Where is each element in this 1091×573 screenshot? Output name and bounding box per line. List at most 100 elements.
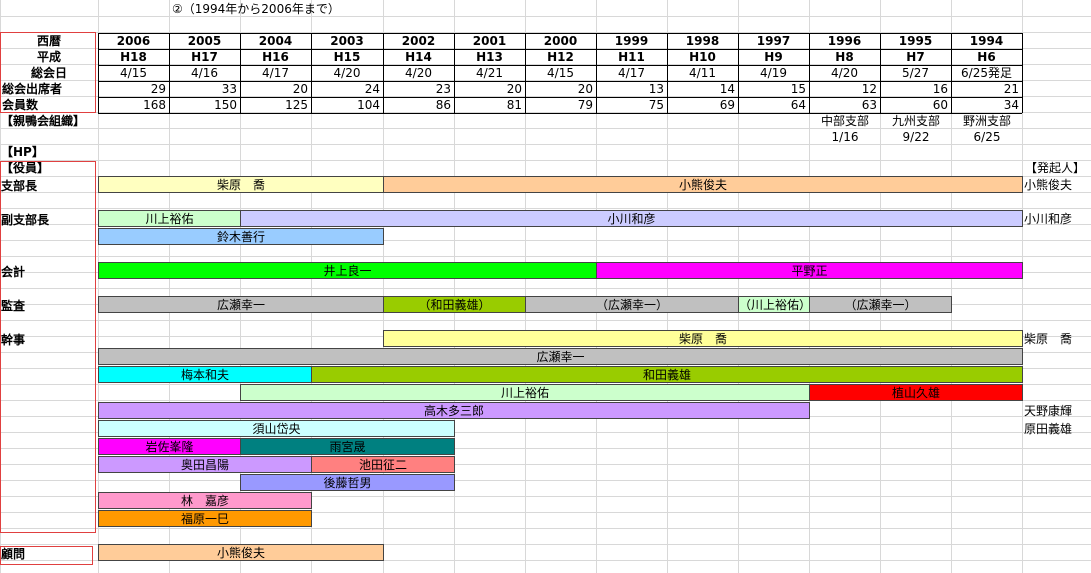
timeline-bar: 福原一巳 bbox=[98, 510, 312, 527]
timeline-bar: 川上裕佑 bbox=[240, 384, 810, 401]
header-cell-attendees: 33 bbox=[221, 82, 237, 96]
section-org: 【親鴨会組織】 bbox=[1, 114, 86, 128]
header-cell-dates: 4/16 bbox=[191, 66, 218, 80]
header-cell-attendees: 16 bbox=[932, 82, 948, 96]
header-hline bbox=[98, 81, 1022, 82]
header-hline bbox=[98, 33, 1022, 34]
timeline-bar: （川上裕佑） bbox=[738, 296, 810, 313]
grid-row-line bbox=[0, 320, 1091, 321]
timeline-bar: 川上裕佑 bbox=[98, 210, 241, 227]
header-cell-attendees: 23 bbox=[435, 82, 451, 96]
officers-label-frame bbox=[0, 161, 96, 533]
grid-row-line bbox=[0, 16, 1091, 17]
header-cell-dates: 4/11 bbox=[689, 66, 716, 80]
header-cell-heisei: H15 bbox=[333, 50, 361, 64]
section-hp: 【HP】 bbox=[1, 145, 44, 159]
timeline-bar: 池田征二 bbox=[311, 456, 455, 473]
header-cell-attendees: 24 bbox=[364, 82, 380, 96]
header-vline bbox=[525, 33, 526, 113]
header-vline bbox=[738, 33, 739, 113]
header-cell-years: 2006 bbox=[116, 34, 151, 48]
timeline-bar: 須山岱央 bbox=[98, 420, 455, 437]
header-vline bbox=[311, 33, 312, 113]
timeline-bar: 小熊俊夫 bbox=[98, 544, 384, 561]
timeline-bar: 林 嘉彦 bbox=[98, 492, 312, 509]
header-cell-years: 2002 bbox=[401, 34, 436, 48]
header-vline bbox=[1022, 33, 1023, 113]
header-cell-heisei: H13 bbox=[476, 50, 503, 64]
branch-chubu-date: 1/16 bbox=[831, 130, 859, 144]
grid-row-line bbox=[0, 480, 1091, 481]
timeline-bar: 植山久雄 bbox=[809, 384, 1023, 401]
header-cell-members: 75 bbox=[648, 98, 664, 112]
header-cell-years: 1997 bbox=[756, 34, 791, 48]
header-hline bbox=[98, 49, 1022, 50]
timeline-bar: 小熊俊夫 bbox=[383, 176, 1023, 193]
timeline-bar: （広瀬幸一） bbox=[809, 296, 952, 313]
header-cell-members: 79 bbox=[577, 98, 593, 112]
header-cell-dates: 4/17 bbox=[618, 66, 645, 80]
header-cell-members: 168 bbox=[143, 98, 166, 112]
branch-kyushu: 九州支部 bbox=[891, 114, 940, 128]
header-cell-attendees: 21 bbox=[1003, 82, 1019, 96]
grid-row-line bbox=[0, 528, 1091, 529]
header-cell-members: 34 bbox=[1003, 98, 1019, 112]
header-vline bbox=[240, 33, 241, 113]
header-cell-dates: 4/20 bbox=[405, 66, 432, 80]
header-cell-heisei: H11 bbox=[618, 50, 645, 64]
founder-5: 原田義雄 bbox=[1024, 422, 1073, 436]
page-title: ②（1994年から2006年まで） bbox=[172, 2, 340, 16]
spreadsheet: ②（1994年から2006年まで） 西暦 平成 総会日 総会出席者 会員数 20… bbox=[0, 0, 1091, 573]
timeline-bar: 後藤哲男 bbox=[240, 474, 455, 491]
founder-4: 天野康輝 bbox=[1024, 404, 1073, 418]
header-vline bbox=[454, 33, 455, 113]
header-hline bbox=[98, 97, 1022, 98]
timeline-bar: 奥田昌陽 bbox=[98, 456, 312, 473]
section-founders: 【発起人】 bbox=[1025, 161, 1086, 175]
branch-yasu: 野洲支部 bbox=[962, 114, 1011, 128]
founder-2: 小川和彦 bbox=[1024, 212, 1073, 226]
branch-chubu: 中部支部 bbox=[820, 114, 869, 128]
header-cell-attendees: 20 bbox=[577, 82, 593, 96]
header-cell-members: 104 bbox=[357, 98, 380, 112]
timeline-bar: （和田義雄） bbox=[383, 296, 526, 313]
branch-kyushu-date: 9/22 bbox=[902, 130, 930, 144]
header-cell-dates: 5/27 bbox=[902, 66, 929, 80]
header-cell-heisei: H8 bbox=[835, 50, 854, 64]
grid-row-line bbox=[0, 288, 1091, 289]
header-cell-attendees: 14 bbox=[719, 82, 735, 96]
branch-yasu-date: 6/25 bbox=[973, 130, 1001, 144]
header-cell-years: 2001 bbox=[472, 34, 507, 48]
header-cell-members: 150 bbox=[214, 98, 237, 112]
header-cell-heisei: H9 bbox=[764, 50, 783, 64]
advisor-label-frame bbox=[0, 546, 93, 565]
header-cell-heisei: H10 bbox=[689, 50, 716, 64]
header-cell-dates: 4/20 bbox=[831, 66, 858, 80]
timeline-bar: 小川和彦 bbox=[240, 210, 1023, 227]
header-cell-members: 60 bbox=[932, 98, 948, 112]
header-cell-members: 64 bbox=[790, 98, 806, 112]
timeline-bar: 柴原 喬 bbox=[98, 176, 384, 193]
timeline-bar: 平野正 bbox=[596, 262, 1023, 279]
header-cell-members: 125 bbox=[285, 98, 308, 112]
header-cell-members: 86 bbox=[435, 98, 451, 112]
header-cell-years: 2005 bbox=[187, 34, 222, 48]
header-cell-heisei: H14 bbox=[405, 50, 432, 64]
header-cell-attendees: 29 bbox=[150, 82, 166, 96]
timeline-bar: 鈴木善行 bbox=[98, 228, 384, 245]
header-cell-members: 81 bbox=[506, 98, 522, 112]
header-cell-years: 1999 bbox=[614, 34, 649, 48]
header-vline bbox=[98, 33, 99, 113]
header-cell-years: 2004 bbox=[258, 34, 293, 48]
timeline-bar: 井上良一 bbox=[98, 262, 597, 279]
header-cell-years: 2000 bbox=[543, 34, 578, 48]
header-cell-members: 69 bbox=[719, 98, 735, 112]
header-cell-dates: 4/15 bbox=[120, 66, 147, 80]
header-cell-attendees: 12 bbox=[861, 82, 877, 96]
header-cell-heisei: H17 bbox=[191, 50, 218, 64]
header-label-frame bbox=[0, 32, 96, 113]
header-cell-dates: 4/19 bbox=[760, 66, 787, 80]
header-cell-members: 63 bbox=[861, 98, 877, 112]
header-cell-years: 1995 bbox=[898, 34, 933, 48]
header-cell-dates: 4/15 bbox=[547, 66, 574, 80]
